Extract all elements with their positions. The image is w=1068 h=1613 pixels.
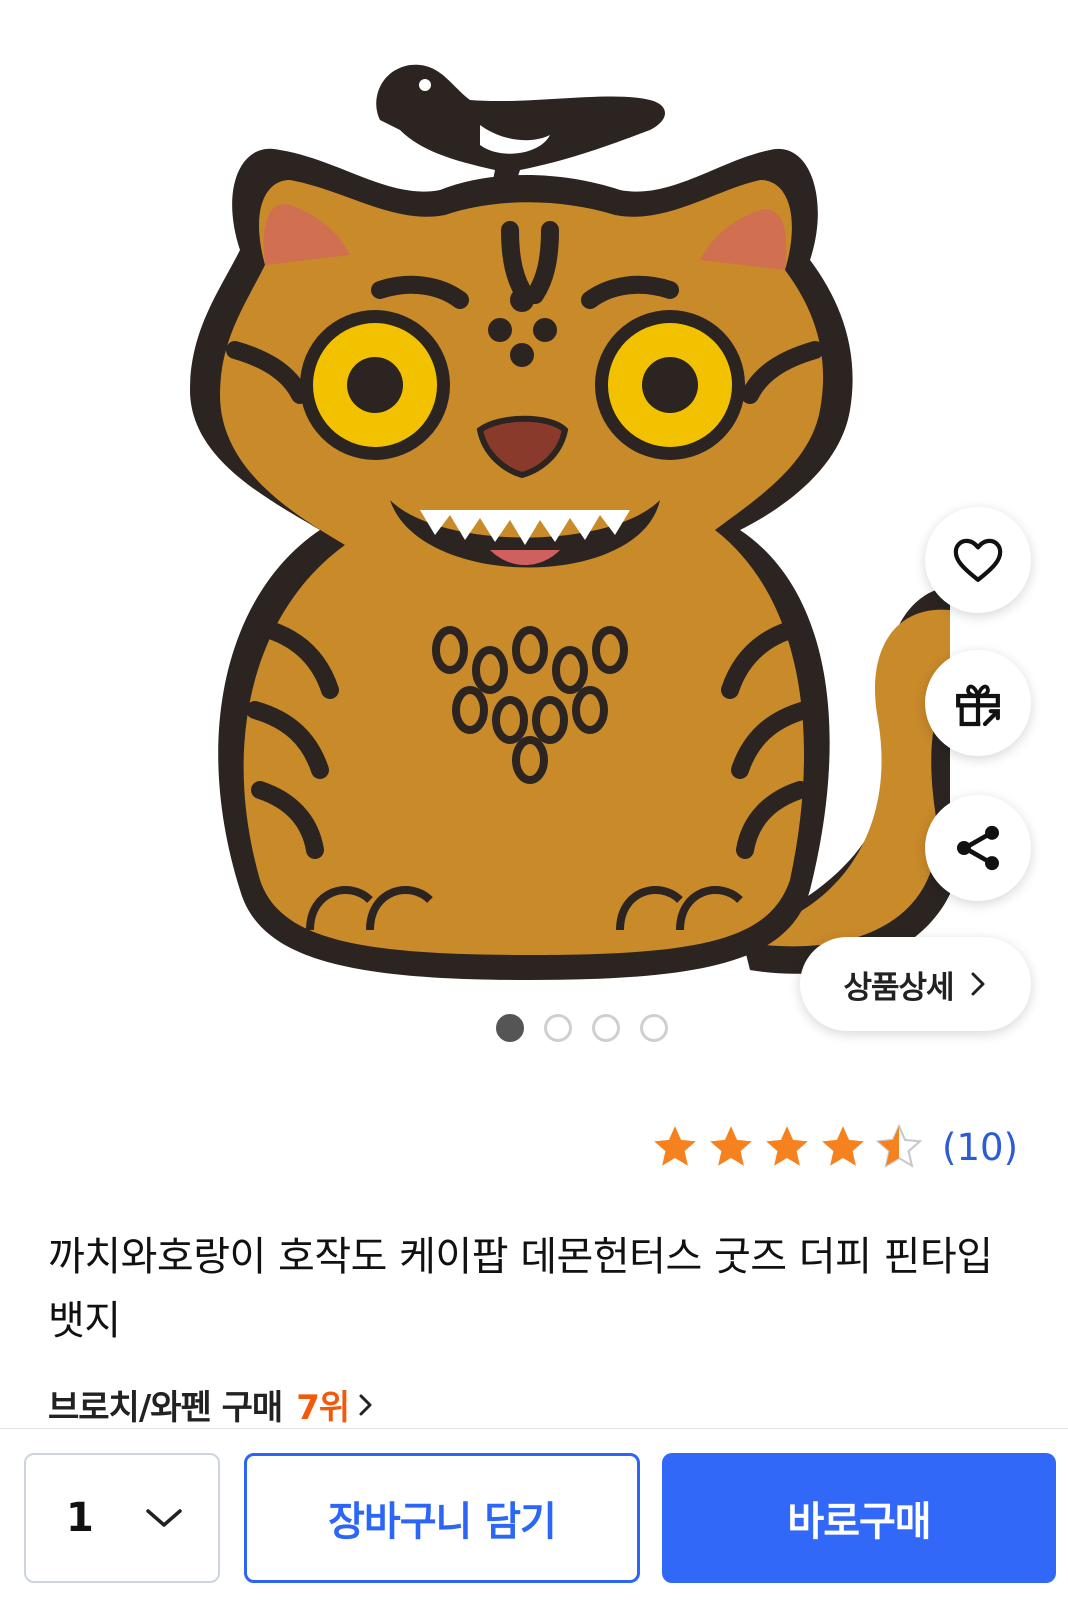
product-image-carousel[interactable]: 상품상세 (0, 0, 1068, 1070)
star-icon (766, 1126, 808, 1166)
image-pager (0, 1014, 1068, 1042)
pager-dot-1[interactable] (496, 1014, 524, 1042)
quantity-select[interactable]: 1 (24, 1453, 220, 1583)
category-rank-link[interactable]: 브로치/와펜 구매 7위 (48, 1380, 375, 1429)
buy-now-button[interactable]: 바로구매 (662, 1453, 1056, 1583)
star-icon (822, 1126, 864, 1166)
quantity-value: 1 (66, 1495, 94, 1541)
product-detail-label: 상품상세 (843, 969, 954, 1006)
chevron-down-icon (146, 1509, 182, 1527)
half-star-icon (875, 1123, 923, 1168)
pager-dot-4[interactable] (640, 1014, 668, 1042)
add-to-cart-button[interactable]: 장바구니 담기 (244, 1453, 640, 1583)
product-title: 까치와호랑이 호작도 케이팝 데몬헌터스 굿즈 더피 핀타입 뱃지 (48, 1234, 993, 1344)
share-icon (957, 825, 999, 871)
pager-dot-3[interactable] (592, 1014, 620, 1042)
gift-button[interactable] (925, 650, 1031, 756)
review-count[interactable]: (10) (942, 1126, 1018, 1169)
like-button[interactable] (925, 507, 1031, 613)
tiger-pin-badge-image (190, 64, 950, 980)
product-rating[interactable]: (10) (650, 1122, 1018, 1172)
rank-value: 7위 (296, 1388, 350, 1428)
share-button[interactable] (925, 795, 1031, 901)
star-icon (654, 1126, 696, 1166)
heart-icon (953, 538, 1003, 582)
pager-dot-2[interactable] (544, 1014, 572, 1042)
purchase-bar: 1 장바구니 담기 바로구매 (0, 1428, 1068, 1613)
chevron-right-icon (971, 972, 985, 996)
star-icon (710, 1126, 752, 1166)
rank-category-text: 브로치/와펜 구매 (48, 1388, 283, 1428)
gift-icon (956, 684, 1000, 727)
rating-stars (650, 1122, 924, 1172)
chevron-right-icon (359, 1394, 372, 1415)
